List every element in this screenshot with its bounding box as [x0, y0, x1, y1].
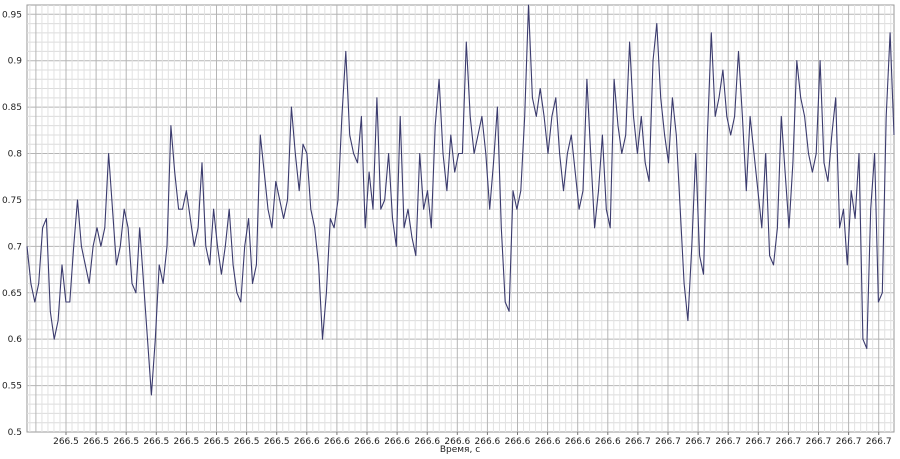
- line-chart: 0.5 0.55 0.6 0.65 0.7 0.75 0.8 0.85 0.9 0.95 266.…: [2, 4, 895, 455]
- y-tick-label: 0.75: [2, 196, 22, 206]
- y-tick-label: 0.9: [8, 57, 23, 67]
- x-tick-label: 266.5: [53, 437, 79, 447]
- x-tick-label: 266.6: [595, 437, 621, 447]
- x-tick-label: 266.5: [83, 437, 109, 447]
- x-tick-label: 266.6: [354, 437, 380, 447]
- y-tick-label: 0.65: [2, 289, 22, 299]
- x-tick-label: 266.6: [324, 437, 350, 447]
- x-axis-label: Время, с: [440, 445, 480, 455]
- y-tick-label: 0.6: [8, 335, 23, 345]
- x-tick-label: 266.7: [715, 437, 741, 447]
- x-tick-label: 266.5: [204, 437, 230, 447]
- x-tick-label: 266.5: [174, 437, 200, 447]
- x-tick-label: 266.7: [625, 437, 651, 447]
- y-tick-label: 0.8: [8, 150, 23, 160]
- x-tick-label: 266.7: [806, 437, 832, 447]
- x-tick-label: 266.6: [565, 437, 591, 447]
- x-tick-label: 266.5: [234, 437, 260, 447]
- x-tick-label: 266.7: [866, 437, 892, 447]
- x-tick-label: 266.6: [505, 437, 531, 447]
- x-tick-label: 266.6: [414, 437, 440, 447]
- x-tick-label: 266.5: [143, 437, 169, 447]
- x-tick-label: 266.7: [776, 437, 802, 447]
- y-tick-label: 0.55: [2, 382, 22, 392]
- y-tick-label: 0.95: [2, 10, 22, 20]
- y-tick-label: 0.5: [8, 428, 22, 438]
- x-tick-label: 266.7: [655, 437, 681, 447]
- x-tick-label: 266.6: [294, 437, 320, 447]
- y-tick-label: 0.7: [8, 242, 22, 252]
- x-tick-label: 266.6: [535, 437, 561, 447]
- x-tick-label: 266.5: [264, 437, 290, 447]
- x-tick-label: 266.7: [836, 437, 862, 447]
- x-tick-label: 266.6: [384, 437, 410, 447]
- y-tick-label: 0.85: [2, 103, 22, 113]
- y-axis-ticks: 0.5 0.55 0.6 0.65 0.7 0.75 0.8 0.85 0.9 0.95: [2, 10, 22, 438]
- x-tick-label: 266.7: [685, 437, 711, 447]
- x-tick-label: 266.7: [745, 437, 771, 447]
- x-tick-label: 266.5: [113, 437, 139, 447]
